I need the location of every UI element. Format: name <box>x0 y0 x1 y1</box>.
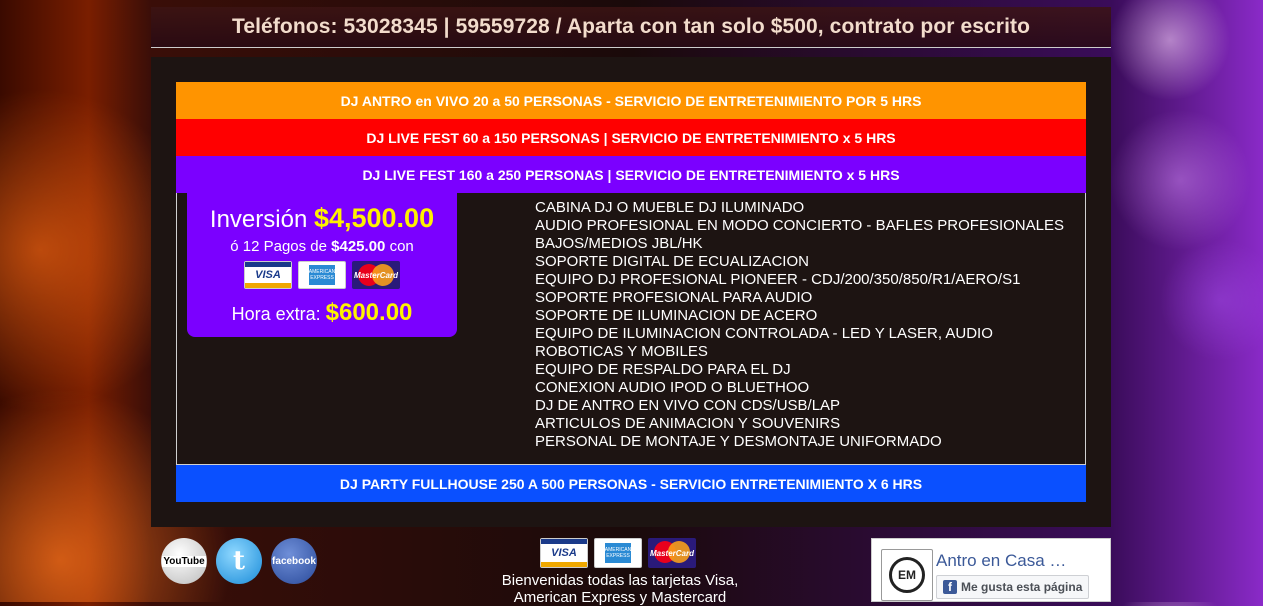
feature-item: DJ DE ANTRO EN VIVO CON CDS/USB/LAP <box>535 397 841 414</box>
packages-panel: DJ ANTRO en VIVO 20 a 50 PERSONAS - SERV… <box>151 57 1111 527</box>
feature-item: SOPORTE PROFESIONAL PARA AUDIO <box>535 289 813 306</box>
phones-banner: Teléfonos: 53028345 | 59559728 / Aparta … <box>151 7 1111 48</box>
like-page-button[interactable]: f Me gusta esta página <box>936 575 1090 599</box>
payments-line: ó 12 Pagos de $425.00 con <box>187 238 457 255</box>
feature-item: CABINA DJ O MUEBLE DJ ILUMINADO <box>535 199 805 216</box>
feature-item: EQUIPO DE ILUMINACION CONTROLADA - LED Y… <box>535 325 993 342</box>
feature-item: ARTICULOS DE ANIMACION Y SOUVENIRS <box>535 415 841 432</box>
phones-text: Teléfonos: 53028345 | 59559728 / Aparta … <box>231 15 1031 38</box>
welcome-line: Bienvenidas todas las tarjetas Visa, <box>501 572 739 589</box>
feature-item: CONEXION AUDIO IPOD O BLUETHOO <box>535 379 810 396</box>
card-logos: VISA AMERICAN EXPRESS MasterCard <box>187 261 457 289</box>
inversion-line: Inversión $4,500.00 <box>187 203 457 234</box>
extra-hour-amount: $600.00 <box>325 299 413 326</box>
amex-icon: AMERICAN EXPRESS <box>298 261 346 289</box>
feature-item: PERSONAL DE MONTAJE Y DESMONTAJE UNIFORM… <box>535 433 942 450</box>
visa-icon: VISA <box>244 261 292 289</box>
amex-icon: AMERICAN EXPRESS <box>594 538 642 568</box>
youtube-icon[interactable]: YouTube <box>161 538 207 584</box>
facebook-icon[interactable]: facebook <box>271 538 317 584</box>
extra-hour-line: Hora extra: $600.00 <box>187 299 457 327</box>
payments-prefix: ó 12 Pagos de <box>230 238 327 255</box>
package-label: DJ PARTY FULLHOUSE 250 A 500 PERSONAS - … <box>339 475 923 492</box>
feature-item: EQUIPO DE RESPALDO PARA EL DJ <box>535 361 791 378</box>
package-tab-live-fest-60-150[interactable]: DJ LIVE FEST 60 a 150 PERSONAS | SERVICI… <box>176 119 1086 156</box>
feature-item: ROBOTICAS Y MOBILES <box>535 343 708 360</box>
package-label: DJ LIVE FEST 160 a 250 PERSONAS | SERVIC… <box>362 166 900 183</box>
payments-suffix: con <box>389 238 414 255</box>
package-label: DJ ANTRO en VIVO 20 a 50 PERSONAS - SERV… <box>340 92 922 109</box>
package-label: DJ LIVE FEST 60 a 150 PERSONAS | SERVICI… <box>366 129 896 146</box>
twitter-icon[interactable]: t <box>216 538 262 584</box>
visa-icon: VISA <box>540 538 588 568</box>
facebook-f-icon: f <box>943 580 957 594</box>
mastercard-icon: MasterCard <box>352 261 400 289</box>
feature-item: AUDIO PROFESIONAL EN MODO CONCIERTO - BA… <box>535 217 1064 234</box>
inversion-amount: $4,500.00 <box>313 203 435 233</box>
footer-card-logos: VISA AMERICAN EXPRESS MasterCard <box>540 538 696 568</box>
package-tab-antro-20-50[interactable]: DJ ANTRO en VIVO 20 a 50 PERSONAS - SERV… <box>176 82 1086 119</box>
page-logo: EM <box>889 557 925 593</box>
facebook-page-widget: EM Antro en Casa … f Me gusta esta págin… <box>871 538 1111 602</box>
cards-welcome-text: Bienvenidas todas las tarjetas Visa, Ame… <box>470 572 770 606</box>
package-tab-live-fest-160-250[interactable]: DJ LIVE FEST 160 a 250 PERSONAS | SERVIC… <box>176 156 1086 193</box>
extra-hour-label: Hora extra: <box>231 304 321 324</box>
welcome-line: American Express y Mastercard <box>513 589 727 606</box>
feature-item: SOPORTE DE ILUMINACION DE ACERO <box>535 307 818 324</box>
feature-item: SOPORTE DIGITAL DE ECUALIZACION <box>535 253 809 270</box>
inversion-label: Inversión <box>209 206 308 233</box>
price-box: Inversión $4,500.00 ó 12 Pagos de $425.0… <box>187 193 457 337</box>
package-details: Inversión $4,500.00 ó 12 Pagos de $425.0… <box>176 193 1086 465</box>
like-label: Me gusta esta página <box>961 580 1083 594</box>
feature-item: BAJOS/MEDIOS JBL/HK <box>535 235 703 252</box>
payments-amount: $425.00 <box>331 238 386 255</box>
page-avatar[interactable]: EM <box>881 549 933 601</box>
mastercard-icon: MasterCard <box>648 538 696 568</box>
package-tab-party-fullhouse-250-500[interactable]: DJ PARTY FULLHOUSE 250 A 500 PERSONAS - … <box>176 465 1086 502</box>
features-list: CABINA DJ O MUEBLE DJ ILUMINADO AUDIO PR… <box>535 199 1064 451</box>
feature-item: EQUIPO DJ PROFESIONAL PIONEER - CDJ/200/… <box>535 271 1021 288</box>
page-name-link[interactable]: Antro en Casa … <box>936 551 1066 571</box>
